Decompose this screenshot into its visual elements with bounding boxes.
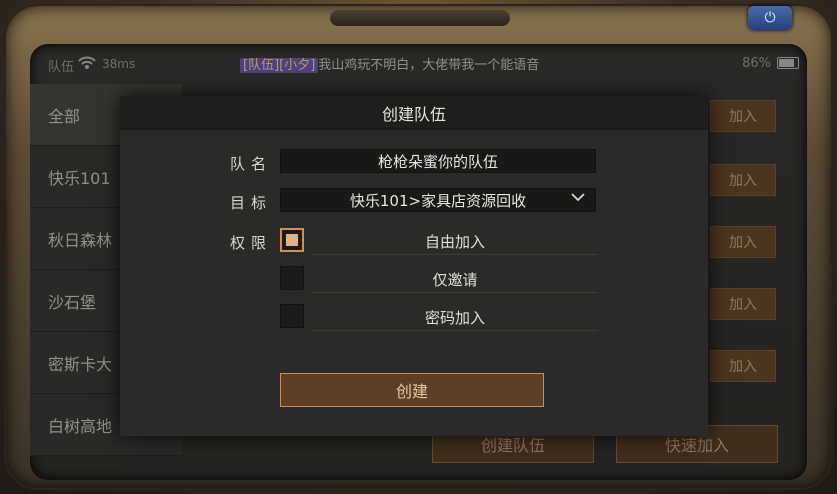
- permission-option-free-join[interactable]: 自由加入: [280, 228, 598, 256]
- permission-option-invite-only[interactable]: 仅邀请: [280, 266, 598, 294]
- permission-label: 权限: [230, 234, 273, 252]
- create-button[interactable]: 创建: [280, 373, 544, 407]
- invite-only-checkbox[interactable]: [280, 266, 304, 290]
- team-name-input[interactable]: 枪枪朵蜜你的队伍: [280, 149, 596, 173]
- power-button[interactable]: ⏻: [748, 6, 792, 30]
- device-top-notch: [330, 10, 510, 26]
- password-join-checkbox[interactable]: [280, 304, 304, 328]
- device-screen: 队伍 38ms [队伍][小夕] 我山鸡玩不明白，大佬带我一个能语音 86% 全部…: [30, 44, 807, 480]
- target-select-value: 快乐101>家具店资源回收: [349, 191, 527, 210]
- permission-option-password[interactable]: 密码加入: [280, 304, 598, 332]
- power-icon: ⏻: [764, 10, 776, 26]
- free-join-checkbox[interactable]: [280, 228, 304, 252]
- permission-option-label: 自由加入: [312, 228, 598, 255]
- dialog-title: 创建队伍: [120, 96, 708, 130]
- permission-option-label: 密码加入: [312, 304, 598, 331]
- target-select[interactable]: 快乐101>家具店资源回收: [280, 188, 596, 212]
- team-name-label: 队名: [230, 155, 273, 173]
- target-label: 目标: [230, 194, 273, 212]
- chevron-down-icon: [570, 191, 586, 207]
- permission-option-label: 仅邀请: [312, 266, 598, 293]
- create-team-dialog: 创建队伍 队名 枪枪朵蜜你的队伍 目标 快乐101>家具店资源回收 权限 自由加…: [120, 96, 708, 436]
- checkbox-check-mark: [286, 234, 298, 246]
